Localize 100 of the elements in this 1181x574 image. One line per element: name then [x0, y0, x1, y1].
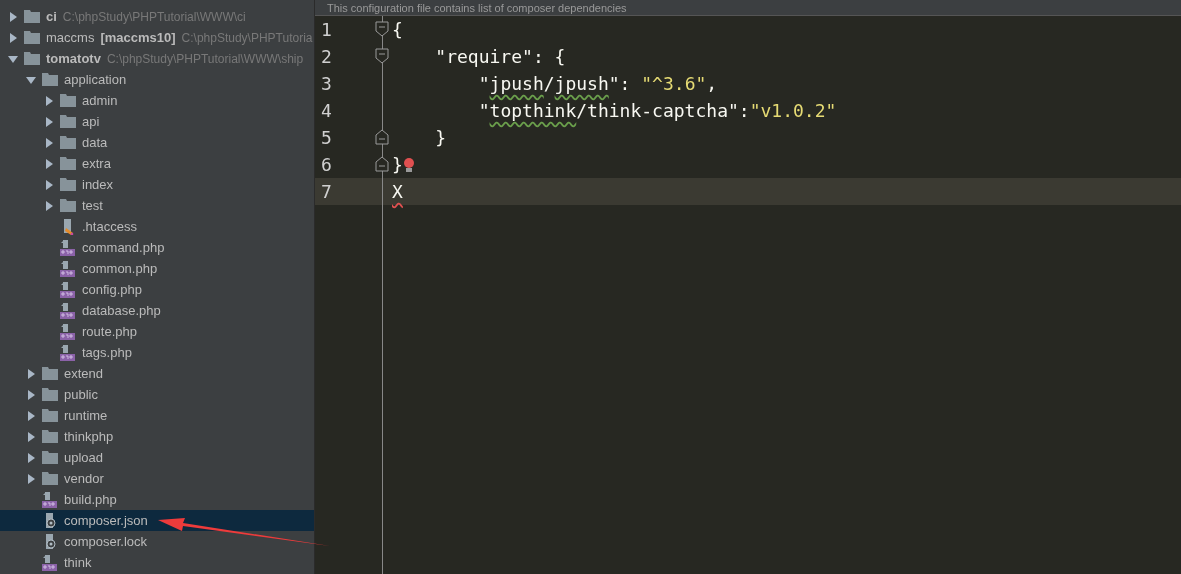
folder-icon [42, 388, 58, 401]
folder-icon [42, 451, 58, 464]
tree-item[interactable]: runtime [0, 405, 314, 426]
lightbulb-icon[interactable] [402, 157, 415, 172]
folder-icon [42, 73, 58, 86]
folder-icon [60, 157, 76, 170]
tree-item[interactable]: admin [0, 90, 314, 111]
tree-item[interactable]: extend [0, 363, 314, 384]
code-text: { [392, 18, 403, 42]
collapsed-arrow-icon[interactable] [44, 158, 54, 169]
fold-marker-icon[interactable] [375, 129, 389, 145]
tree-item[interactable]: build.php [0, 489, 314, 510]
tree-item-label: tags.php [82, 343, 132, 362]
code-text: "require": { [434, 45, 566, 69]
folder-icon [42, 367, 58, 380]
folder-icon [42, 472, 58, 485]
tree-item[interactable]: vendor [0, 468, 314, 489]
tree-item-label: composer.lock [64, 532, 148, 551]
line-number: 1 [320, 18, 333, 42]
collapsed-arrow-icon[interactable] [26, 452, 36, 463]
tree-item-label: .htaccess [82, 217, 137, 236]
php-file-icon [60, 239, 76, 256]
php-file-icon [60, 281, 76, 298]
tree-item[interactable]: composer.lock [0, 531, 314, 552]
collapsed-arrow-icon[interactable] [26, 473, 36, 484]
tree-item[interactable]: application [0, 69, 314, 90]
tree-item[interactable]: api [0, 111, 314, 132]
path-label: C:\phpStudy\PHPTutorial\WWW\ci [62, 8, 246, 26]
tree-item[interactable]: command.php [0, 237, 314, 258]
tree-item[interactable]: config.php [0, 279, 314, 300]
folder-icon [60, 199, 76, 212]
code-text: "topthink/think-captcha":"v1.0.2" [477, 99, 837, 123]
collapsed-arrow-icon[interactable] [44, 200, 54, 211]
collapsed-arrow-icon[interactable] [44, 179, 54, 190]
tree-item-label: public [64, 385, 98, 404]
folder-icon [42, 430, 58, 443]
php-file-icon [60, 260, 76, 277]
tree-item[interactable]: index [0, 174, 314, 195]
php-file-icon [60, 302, 76, 319]
tree-item[interactable]: database.php [0, 300, 314, 321]
tree-item-label: admin [82, 91, 118, 110]
tree-item[interactable]: tomatotv C:\phpStudy\PHPTutorial\WWW\ship [0, 48, 314, 69]
tree-item[interactable]: maccms [maccms10] C:\phpStudy\PHPTutoria [0, 27, 314, 48]
tree-item[interactable]: thinkphp [0, 426, 314, 447]
tree-item[interactable]: upload [0, 447, 314, 468]
php-file-icon [42, 491, 58, 508]
tree-item-label: database.php [82, 301, 161, 320]
tree-item[interactable]: route.php [0, 321, 314, 342]
collapsed-arrow-icon[interactable] [8, 11, 18, 22]
tree-item-label: config.php [82, 280, 142, 299]
collapsed-arrow-icon[interactable] [26, 368, 36, 379]
php-file-icon [42, 554, 58, 571]
tree-item[interactable]: test [0, 195, 314, 216]
tree-item[interactable]: common.php [0, 258, 314, 279]
expanded-arrow-icon[interactable] [26, 74, 36, 85]
path-label: C:\phpStudy\PHPTutorial\WWW\ship [106, 50, 304, 68]
folder-icon [60, 94, 76, 107]
tree-item-label: common.php [82, 259, 158, 278]
line-number: 6 [320, 153, 333, 177]
tree-item[interactable]: .htaccess [0, 216, 314, 237]
collapsed-arrow-icon[interactable] [26, 389, 36, 400]
tree-item-label: vendor [64, 469, 104, 488]
tree-item[interactable]: composer.json [0, 510, 314, 531]
fold-marker-icon[interactable] [375, 21, 389, 37]
tree-item[interactable]: public [0, 384, 314, 405]
tree-item[interactable]: extra [0, 153, 314, 174]
php-file-icon [60, 344, 76, 361]
collapsed-arrow-icon[interactable] [44, 95, 54, 106]
tree-item-label: test [82, 196, 103, 215]
tree-item[interactable]: think [0, 552, 314, 573]
tree-item-label: route.php [82, 322, 137, 341]
collapsed-arrow-icon[interactable] [26, 410, 36, 421]
collapsed-arrow-icon[interactable] [44, 137, 54, 148]
fold-marker-icon[interactable] [375, 156, 389, 172]
tree-item-label: application [64, 70, 127, 89]
tree-item-label: runtime [64, 406, 108, 425]
fold-marker-icon[interactable] [375, 48, 389, 64]
collapsed-arrow-icon[interactable] [8, 32, 18, 43]
tree-item-label: think [64, 553, 92, 572]
folder-icon [60, 178, 76, 191]
tree-item-label: build.php [64, 490, 117, 509]
line-number: 3 [320, 72, 333, 96]
line-number: 4 [320, 99, 333, 123]
collapsed-arrow-icon[interactable] [26, 431, 36, 442]
tree-item-label: extra [82, 154, 111, 173]
folder-icon [24, 10, 40, 23]
folder-icon [24, 31, 40, 44]
tree-item-label: index [82, 175, 114, 194]
tree-item[interactable]: data [0, 132, 314, 153]
collapsed-arrow-icon[interactable] [44, 116, 54, 127]
php-file-icon [60, 323, 76, 340]
tree-item-label: extend [64, 364, 104, 383]
line-number: 5 [320, 126, 333, 150]
tree-item[interactable]: ci C:\phpStudy\PHPTutorial\WWW\ci [0, 6, 314, 27]
tree-item-label: maccms [46, 28, 95, 47]
line-number: 2 [320, 45, 333, 69]
tree-item[interactable]: tags.php [0, 342, 314, 363]
code-text: } [392, 153, 403, 177]
expanded-arrow-icon[interactable] [8, 53, 18, 64]
tree-item-label: data [82, 133, 108, 152]
